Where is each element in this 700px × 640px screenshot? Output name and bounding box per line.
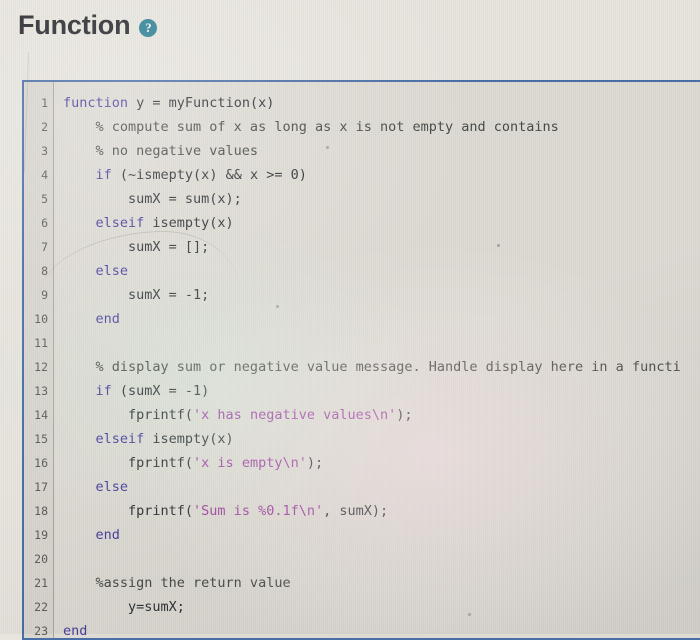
code-line[interactable]: elseif isempty(x) (63, 427, 700, 451)
line-number: 14 (34, 408, 48, 422)
code-line[interactable]: end (63, 523, 700, 547)
line-number: 5 (41, 192, 48, 206)
line-number: 15 (34, 432, 48, 446)
code-line[interactable]: %assign the return value (63, 571, 700, 595)
code-line[interactable]: fprintf('x is empty\n'); (63, 451, 700, 475)
line-number: 10 (34, 312, 48, 326)
code-line[interactable]: sumX = -1; (63, 283, 700, 307)
code-line[interactable]: % no negative values (63, 139, 700, 163)
line-number: 9 (41, 288, 48, 302)
code-line[interactable]: if (sumX = -1) (63, 379, 700, 403)
code-token-plain: , sumX); (323, 503, 389, 519)
code-token-plain: ); (396, 407, 413, 423)
code-token-plain: isempty(x) (144, 431, 234, 447)
code-line[interactable] (63, 547, 700, 571)
code-token-plain: y = myFunction(x) (128, 95, 275, 111)
code-line[interactable]: % compute sum of x as long as x is not e… (63, 115, 700, 139)
code-token-plain: (~ismepty(x) && x >= 0) (111, 167, 307, 183)
code-line[interactable]: y=sumX; (63, 595, 700, 619)
code-token-str: 'x is empty\n' (193, 455, 307, 471)
code-line[interactable]: if (~ismepty(x) && x >= 0) (63, 163, 700, 187)
code-line[interactable]: elseif isempty(x) (63, 211, 700, 235)
code-line[interactable]: function y = myFunction(x) (63, 91, 700, 115)
line-number: 17 (34, 480, 48, 494)
code-token-plain: sumX = -1; (63, 287, 210, 303)
code-token-com: % no negative values (63, 143, 259, 159)
line-number: 11 (34, 336, 48, 350)
code-token-str: 'x has negative values\n' (193, 407, 397, 423)
help-circle-icon[interactable]: ? (139, 18, 158, 37)
code-token-kw: end (63, 623, 88, 638)
line-number: 23 (34, 624, 48, 638)
code-token-plain: sumX = []; (63, 239, 210, 255)
code-token-plain: (sumX = -1) (111, 383, 210, 399)
code-token-kw: end (63, 527, 120, 543)
code-line[interactable] (63, 331, 700, 355)
code-token-com: %assign the return value (63, 575, 291, 591)
code-line[interactable]: end (63, 619, 700, 638)
page-header: Function ? (18, 10, 158, 40)
code-token-plain: fprintf( (63, 407, 194, 423)
line-number: 18 (34, 504, 48, 518)
code-token-kw: function (63, 95, 129, 111)
code-token-kw: if (63, 167, 112, 183)
code-token-plain: isempty(x) (144, 215, 234, 231)
line-number: 12 (34, 360, 48, 374)
code-token-plain: fprintf( (63, 503, 194, 519)
code-token-plain: y=sumX; (63, 599, 185, 615)
line-number: 21 (34, 576, 48, 590)
page-title: Function (18, 10, 131, 40)
code-token-plain: sumX = sum(x); (63, 191, 242, 207)
code-token-str: 'Sum is %0.1f\n' (193, 503, 324, 519)
code-token-kw: elseif (63, 431, 145, 447)
line-number: 20 (34, 552, 48, 566)
code-line[interactable]: fprintf('Sum is %0.1f\n', sumX); (63, 499, 700, 523)
line-number: 7 (41, 240, 48, 254)
code-token-kw: if (63, 383, 112, 399)
code-line[interactable]: sumX = []; (63, 235, 700, 259)
code-token-kw: else (63, 479, 129, 495)
code-token-kw: end (63, 311, 120, 327)
line-number: 13 (34, 384, 48, 398)
code-token-com: % compute sum of x as long as x is not e… (63, 119, 559, 135)
code-token-plain: ); (306, 455, 324, 471)
line-number: 6 (41, 216, 48, 230)
line-number: 16 (34, 456, 48, 470)
code-line[interactable]: end (63, 307, 700, 331)
code-token-com: % display sum or negative value message.… (63, 359, 681, 375)
line-number: 4 (41, 168, 48, 182)
code-token-kw: elseif (63, 215, 145, 231)
code-line[interactable]: sumX = sum(x); (63, 187, 700, 211)
code-text-area[interactable]: function y = myFunction(x) % compute sum… (54, 82, 700, 638)
line-number: 1 (41, 96, 48, 110)
line-number: 2 (41, 120, 48, 134)
code-line[interactable]: else (63, 475, 700, 499)
code-line[interactable]: else (63, 259, 700, 283)
code-editor[interactable]: 1234567891011121314151617181920212223242… (22, 80, 700, 640)
line-number: 3 (41, 144, 48, 158)
code-token-plain: fprintf( (63, 455, 194, 471)
code-line[interactable]: fprintf('x has negative values\n'); (63, 403, 700, 427)
line-number: 19 (34, 528, 48, 542)
line-number: 22 (34, 600, 48, 614)
code-line[interactable]: % display sum or negative value message.… (63, 355, 700, 379)
line-number: 8 (41, 264, 48, 278)
code-token-kw: else (63, 263, 129, 279)
line-number-gutter: 1234567891011121314151617181920212223242… (24, 82, 54, 638)
